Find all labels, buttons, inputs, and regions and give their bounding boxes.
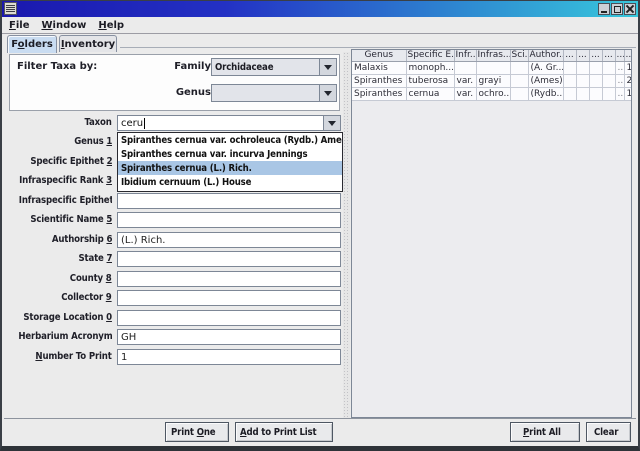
- tab-folders[interactable]: Folders: [7, 35, 57, 53]
- scientific-name-field[interactable]: [117, 212, 341, 228]
- column-header[interactable]: Sci...: [510, 50, 529, 62]
- form-row: Herbarium Acronym: [2, 329, 342, 345]
- close-icon: [626, 5, 634, 13]
- table-row[interactable]: Spiranthes cernua var. ochro... (Rydb...…: [352, 87, 631, 101]
- family-label: Family: [174, 61, 211, 72]
- form-row: Collector 9: [2, 290, 342, 306]
- add-to-print-list-button[interactable]: Add to Print List: [235, 422, 333, 442]
- county-field[interactable]: [117, 271, 341, 287]
- collector-field[interactable]: [117, 290, 341, 306]
- maximize-icon: [613, 5, 621, 13]
- form-row: State 7: [2, 251, 342, 267]
- dropdown-item-selected[interactable]: Spiranthes cernua (L.) Rich.: [118, 161, 342, 175]
- number-to-print-field[interactable]: [117, 349, 341, 365]
- text-caret: [144, 117, 146, 129]
- state-label: State 7: [78, 253, 112, 264]
- herbarium-acronym-field[interactable]: [117, 329, 341, 345]
- table-row[interactable]: Spiranthes tuberosa var. grayi (Ames)...…: [352, 74, 631, 88]
- filter-panel: Filter Taxa by: Family Orchidaceae Genus: [9, 54, 340, 111]
- infraspecific-rank-label: Infraspecific Rank 3: [19, 175, 112, 186]
- print-one-button[interactable]: Print One: [165, 422, 229, 442]
- taxon-suggestion-list: Spiranthes cernua var. ochroleuca (Rydb.…: [117, 132, 343, 192]
- table-row[interactable]: Malaxis monoph... (A. Gr... ... 1: [352, 61, 631, 75]
- dropdown-item[interactable]: Spiranthes cernua var. ochroleuca (Rydb.…: [118, 133, 342, 147]
- print-all-button[interactable]: Print All: [510, 422, 580, 442]
- form-row: Infraspecific Epithet 4: [2, 193, 342, 209]
- title-bar[interactable]: [2, 1, 638, 17]
- column-header[interactable]: ...: [624, 50, 631, 62]
- form-row: Storage Location 0: [2, 310, 342, 326]
- minimize-button[interactable]: [598, 3, 610, 15]
- storage-location-field[interactable]: [117, 310, 341, 326]
- genus-combobox[interactable]: [211, 84, 337, 102]
- dropdown-item[interactable]: Spiranthes cernua var. incurva Jennings: [118, 147, 342, 161]
- menu-help[interactable]: Help: [98, 20, 124, 31]
- tab-inventory[interactable]: Inventory: [59, 35, 117, 52]
- panel-bottom-border: [4, 418, 636, 419]
- family-combo-arrow-icon[interactable]: [319, 59, 336, 75]
- menu-file[interactable]: File: [9, 20, 29, 31]
- family-combobox[interactable]: Orchidaceae: [211, 58, 337, 76]
- storage-location-label: Storage Location 0: [23, 312, 112, 323]
- form-row: County 8: [2, 271, 342, 287]
- column-header[interactable]: ...: [589, 50, 603, 62]
- dropdown-item[interactable]: Ibidium cernuum (L.) House: [118, 175, 342, 189]
- split-pane-divider[interactable]: [343, 52, 350, 418]
- tabpane-border: [120, 47, 636, 48]
- column-header[interactable]: Specific E...: [406, 50, 455, 62]
- taxon-combo-arrow-icon[interactable]: [323, 116, 340, 130]
- close-button[interactable]: [624, 3, 636, 15]
- authorship-field[interactable]: [117, 232, 341, 248]
- form-row: Number To Print: [2, 349, 342, 365]
- authorship-label: Authorship 6: [51, 234, 112, 245]
- app-window: File Window Help Folders Inventory Filte…: [0, 0, 640, 451]
- maximize-button[interactable]: [611, 3, 623, 15]
- clear-button[interactable]: Clear: [586, 422, 631, 442]
- filter-title: Filter Taxa by:: [17, 61, 98, 72]
- minimize-icon: [601, 10, 607, 13]
- print-list-scrollpane: Genus Specific E... Infr... Infras... Sc…: [351, 49, 632, 418]
- form-row: Authorship 6: [2, 232, 342, 248]
- genus-filter-label: Genus: [175, 87, 211, 98]
- form-row-taxon: Taxon ceru: [2, 115, 342, 131]
- print-list-table: Genus Specific E... Infr... Infras... Sc…: [352, 50, 631, 101]
- infraspecific-epithet-field[interactable]: [117, 193, 341, 209]
- taxon-combobox[interactable]: ceru: [117, 115, 341, 131]
- herbarium-acronym-label: Herbarium Acronym: [17, 331, 112, 342]
- column-header[interactable]: ...: [602, 50, 616, 62]
- state-field[interactable]: [117, 251, 341, 267]
- column-header[interactable]: ...: [563, 50, 577, 62]
- column-header[interactable]: Infr...: [454, 50, 477, 62]
- form-row: Scientific Name 5: [2, 212, 342, 228]
- genus-label: Genus 1: [73, 136, 112, 147]
- taxon-label: Taxon: [84, 117, 112, 128]
- table-header-row: Genus Specific E... Infr... Infras... Sc…: [352, 50, 631, 62]
- menu-window[interactable]: Window: [41, 20, 86, 31]
- column-header[interactable]: ...: [576, 50, 590, 62]
- genus-combo-arrow-icon[interactable]: [319, 85, 336, 101]
- specific-epithet-label: Specific Epithet 2: [29, 156, 112, 167]
- number-to-print-label: Number To Print: [35, 351, 112, 362]
- county-label: County 8: [70, 273, 112, 284]
- taxon-input[interactable]: ceru: [118, 116, 323, 130]
- menu-bar: File Window Help: [2, 18, 638, 34]
- collector-label: Collector 9: [61, 292, 112, 303]
- column-header[interactable]: ...: [615, 50, 625, 62]
- infraspecific-epithet-label: Infraspecific Epithet 4: [18, 195, 112, 206]
- column-header[interactable]: Infras...: [476, 50, 511, 62]
- scientific-name-label: Scientific Name 5: [30, 214, 112, 225]
- column-header[interactable]: Author...: [528, 50, 564, 62]
- window-menu-icon[interactable]: [4, 2, 17, 15]
- column-header[interactable]: Genus: [352, 50, 407, 62]
